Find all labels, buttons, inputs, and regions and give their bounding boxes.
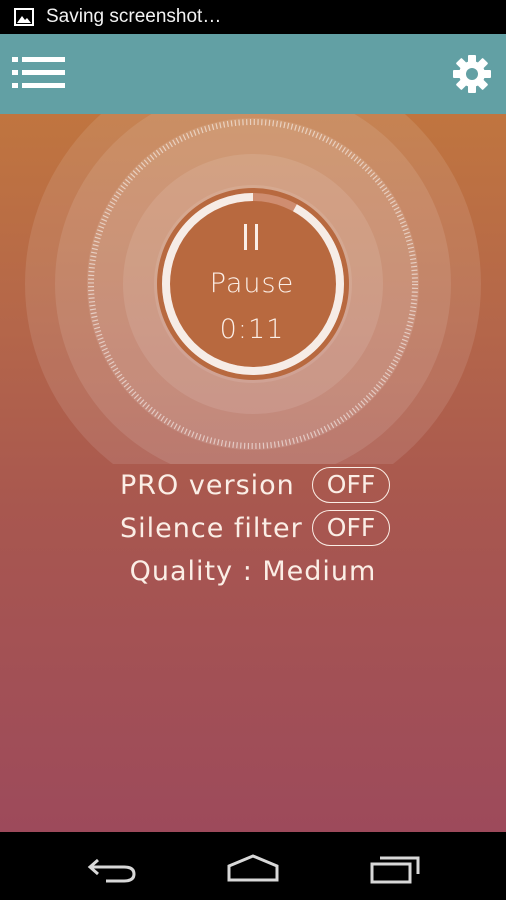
recents-icon — [370, 856, 420, 884]
quality-setting[interactable]: Quality : Medium — [0, 556, 506, 587]
menu-button[interactable] — [12, 56, 66, 90]
home-button[interactable] — [223, 850, 283, 884]
pro-version-label: PRO version — [120, 470, 295, 501]
back-button[interactable] — [84, 850, 144, 884]
silence-filter-label: Silence filter — [120, 513, 303, 544]
gear-icon — [453, 55, 491, 93]
navigation-bar — [0, 832, 506, 900]
recents-button[interactable] — [364, 850, 424, 884]
status-text: Saving screenshot… — [46, 6, 222, 27]
image-icon — [14, 8, 34, 26]
pause-icon — [244, 224, 260, 250]
pause-button[interactable]: Pause 0:11 — [158, 190, 346, 378]
silence-filter-row: Silence filter OFF — [0, 509, 506, 549]
app-toolbar — [0, 34, 506, 114]
back-icon — [87, 858, 136, 883]
settings-button[interactable] — [452, 54, 492, 94]
home-icon — [227, 854, 279, 882]
pro-version-toggle[interactable]: OFF — [312, 467, 390, 503]
status-bar: Saving screenshot… — [0, 0, 506, 34]
state-label: Pause — [209, 268, 295, 299]
list-menu-icon — [12, 57, 65, 88]
pro-version-row: PRO version OFF — [0, 466, 506, 506]
silence-filter-toggle[interactable]: OFF — [312, 510, 390, 546]
recorder-panel: Pause 0:11 PRO version OFF Silence filte… — [0, 114, 506, 832]
elapsed-time: 0:11 — [219, 314, 285, 345]
